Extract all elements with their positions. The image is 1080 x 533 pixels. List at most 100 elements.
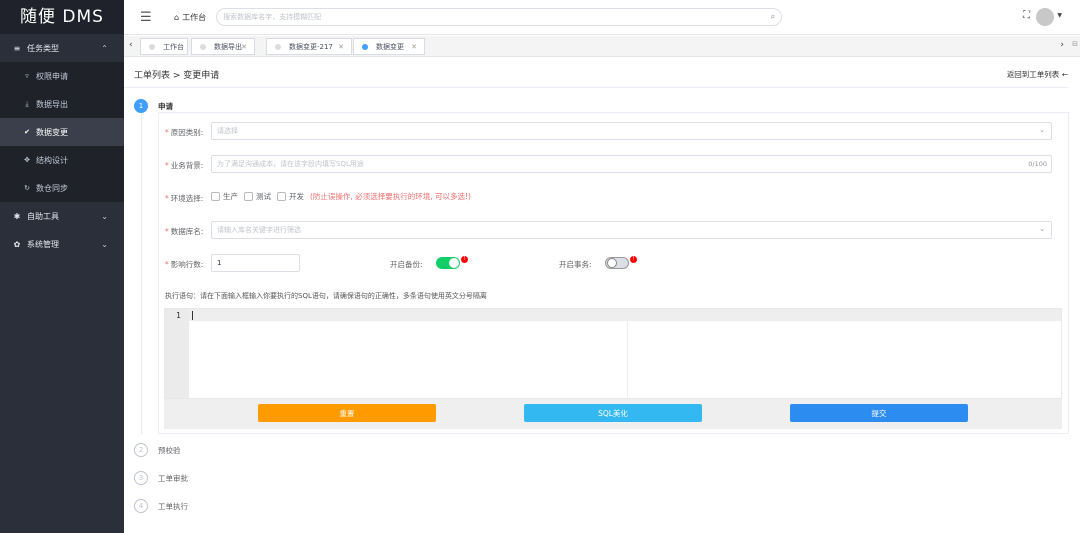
tab-data-export[interactable]: 数据导出 ✕ (191, 38, 255, 55)
checkbox-box[interactable] (211, 192, 220, 201)
app-logo: 随便 DMS (0, 0, 124, 34)
sidebar-item-structure[interactable]: ✥ 结构设计 (0, 146, 124, 174)
rows-field[interactable] (211, 254, 300, 272)
menu-group-label: 系统管理 (27, 239, 59, 249)
arrow-left-icon: ← (1061, 70, 1068, 79)
required-mark: * (165, 128, 169, 137)
filter-icon: ▿ (25, 72, 29, 80)
sidebar-item-label: 数仓同步 (36, 183, 68, 193)
step-number: 3 (134, 471, 148, 485)
tab-workbench[interactable]: 工作台 (140, 38, 188, 55)
background-field[interactable]: 0/100 (211, 155, 1052, 173)
chevron-down-icon: ⌄ (101, 211, 108, 221)
reason-select[interactable]: ⌄ (211, 122, 1052, 140)
avatar[interactable] (1036, 8, 1054, 26)
scroll-right-icon[interactable]: › (1060, 40, 1064, 50)
backup-switch[interactable] (436, 257, 460, 269)
info-icon[interactable]: ! (461, 256, 468, 263)
back-to-list-link[interactable]: 返回到工单列表 ← (1007, 69, 1068, 80)
step-number: 4 (134, 499, 148, 513)
info-icon[interactable]: ! (630, 256, 637, 263)
hamburger-icon[interactable]: ☰ (140, 10, 152, 25)
tabs-bar: ‹ 工作台 数据导出 ✕ 数据变更-217 ✕ 数据变更 ✕ › ⊟ (124, 36, 1080, 57)
close-icon[interactable]: ✕ (338, 43, 344, 51)
breadcrumb-home[interactable]: ⌂ 工作台 (174, 12, 206, 23)
rows-input[interactable] (217, 255, 296, 271)
env-checkbox-test[interactable]: 测试 (244, 191, 271, 202)
required-mark: * (165, 227, 169, 236)
transaction-switch[interactable] (605, 257, 629, 269)
top-bar: ☰ ⌂ 工作台 ⌕ ⛶ ▼ (124, 0, 1080, 35)
tab-data-change-217[interactable]: 数据变更-217 ✕ (266, 38, 352, 55)
checkbox-box[interactable] (277, 192, 286, 201)
steps-connector (141, 114, 142, 434)
checkbox-box[interactable] (244, 192, 253, 201)
action-bar: 重置 SQL美化 提交 (164, 399, 1062, 429)
env-checkbox-dev[interactable]: 开发 (277, 191, 304, 202)
step-execute: 4 工单执行 (134, 499, 188, 513)
tools-icon: ✱ (13, 211, 21, 221)
submit-button[interactable]: 提交 (790, 404, 968, 422)
tab-data-change[interactable]: 数据变更 ✕ (353, 38, 425, 55)
sidebar-item-label: 权限申请 (36, 71, 68, 81)
sidebar-item-sync[interactable]: ↻ 数仓同步 (0, 174, 124, 202)
line-gutter: 1 (165, 309, 189, 398)
tab-dot-icon (362, 43, 368, 50)
required-mark: * (165, 161, 169, 170)
env-checkbox-prod[interactable]: 生产 (211, 191, 238, 202)
switch-knob (607, 258, 617, 268)
menu-group-self-service[interactable]: ✱ 自助工具 ⌄ (0, 202, 124, 230)
divider (124, 87, 1068, 88)
step-apply: 1 申请 (134, 99, 173, 113)
reset-button[interactable]: 重置 (258, 404, 436, 422)
list-icon: ≡ (13, 43, 21, 53)
tab-dot-icon (275, 43, 281, 50)
page-breadcrumb: 工单列表 > 变更申请 (134, 71, 220, 81)
fullscreen-icon[interactable]: ⛶ (1023, 10, 1030, 21)
sql-editor[interactable]: 1 (164, 308, 1062, 399)
tab-dot-icon (149, 43, 155, 50)
backup-label: 开启备份: (390, 260, 423, 269)
sql-beautify-button[interactable]: SQL美化 (524, 404, 702, 422)
chevron-up-icon: ⌃ (101, 43, 108, 53)
structure-icon: ✥ (24, 156, 30, 164)
db-label: * 数据库名: (165, 227, 204, 236)
caret-down-icon[interactable]: ▼ (1057, 12, 1062, 19)
sidebar-item-permission[interactable]: ▿ 权限申请 (0, 62, 124, 90)
step-label: 预校验 (158, 445, 181, 455)
tab-label: 工作台 (163, 42, 184, 51)
background-input[interactable] (217, 156, 973, 172)
sql-hint: 执行语句：请在下面输入框输入你要执行的SQL语句，请确保语句的正确性，多条语句使… (165, 292, 487, 300)
tab-dot-icon (200, 43, 206, 50)
env-checkboxes: 生产 测试 开发 (防止误操作, 必须选择要执行的环境, 可以多选!) (211, 191, 471, 202)
close-icon[interactable]: ✕ (241, 43, 247, 51)
menu-group-system[interactable]: ✿ 系统管理 ⌄ (0, 230, 124, 258)
settings-icon: ✿ (13, 239, 21, 249)
line-number: 1 (176, 311, 181, 320)
env-warning: (防止误操作, 必须选择要执行的环境, 可以多选!) (310, 192, 471, 201)
db-select[interactable]: ⌄ (211, 221, 1052, 239)
scroll-left-icon[interactable]: ‹ (129, 40, 133, 50)
reason-input[interactable] (217, 123, 973, 139)
env-label: * 环境选择: (165, 194, 204, 203)
tab-menu-icon[interactable]: ⊟ (1072, 40, 1078, 48)
search-icon[interactable]: ⌕ (771, 12, 775, 22)
sidebar-item-export[interactable]: ⤓ 数据导出 (0, 90, 124, 118)
sync-icon: ↻ (24, 184, 30, 192)
tab-label: 数据变更-217 (289, 42, 333, 51)
close-icon[interactable]: ✕ (411, 43, 417, 51)
menu-group-label: 自助工具 (27, 211, 59, 221)
menu-group-task-types[interactable]: ≡ 任务类型 ⌃ (0, 34, 124, 62)
db-input[interactable] (217, 222, 973, 238)
transaction-label: 开启事务: (559, 260, 592, 269)
step-label: 工单审批 (158, 473, 188, 483)
text-cursor (192, 311, 193, 320)
check-circle-icon: ✔ (24, 128, 30, 136)
step-label: 工单执行 (158, 501, 188, 511)
search-input[interactable] (223, 9, 764, 25)
download-icon: ⤓ (25, 99, 29, 108)
tab-label: 数据变更 (376, 42, 404, 51)
step-precheck: 2 预校验 (134, 443, 181, 457)
sidebar-item-label: 数据导出 (36, 99, 68, 109)
sidebar-item-data-change[interactable]: ✔ 数据变更 (0, 118, 124, 146)
